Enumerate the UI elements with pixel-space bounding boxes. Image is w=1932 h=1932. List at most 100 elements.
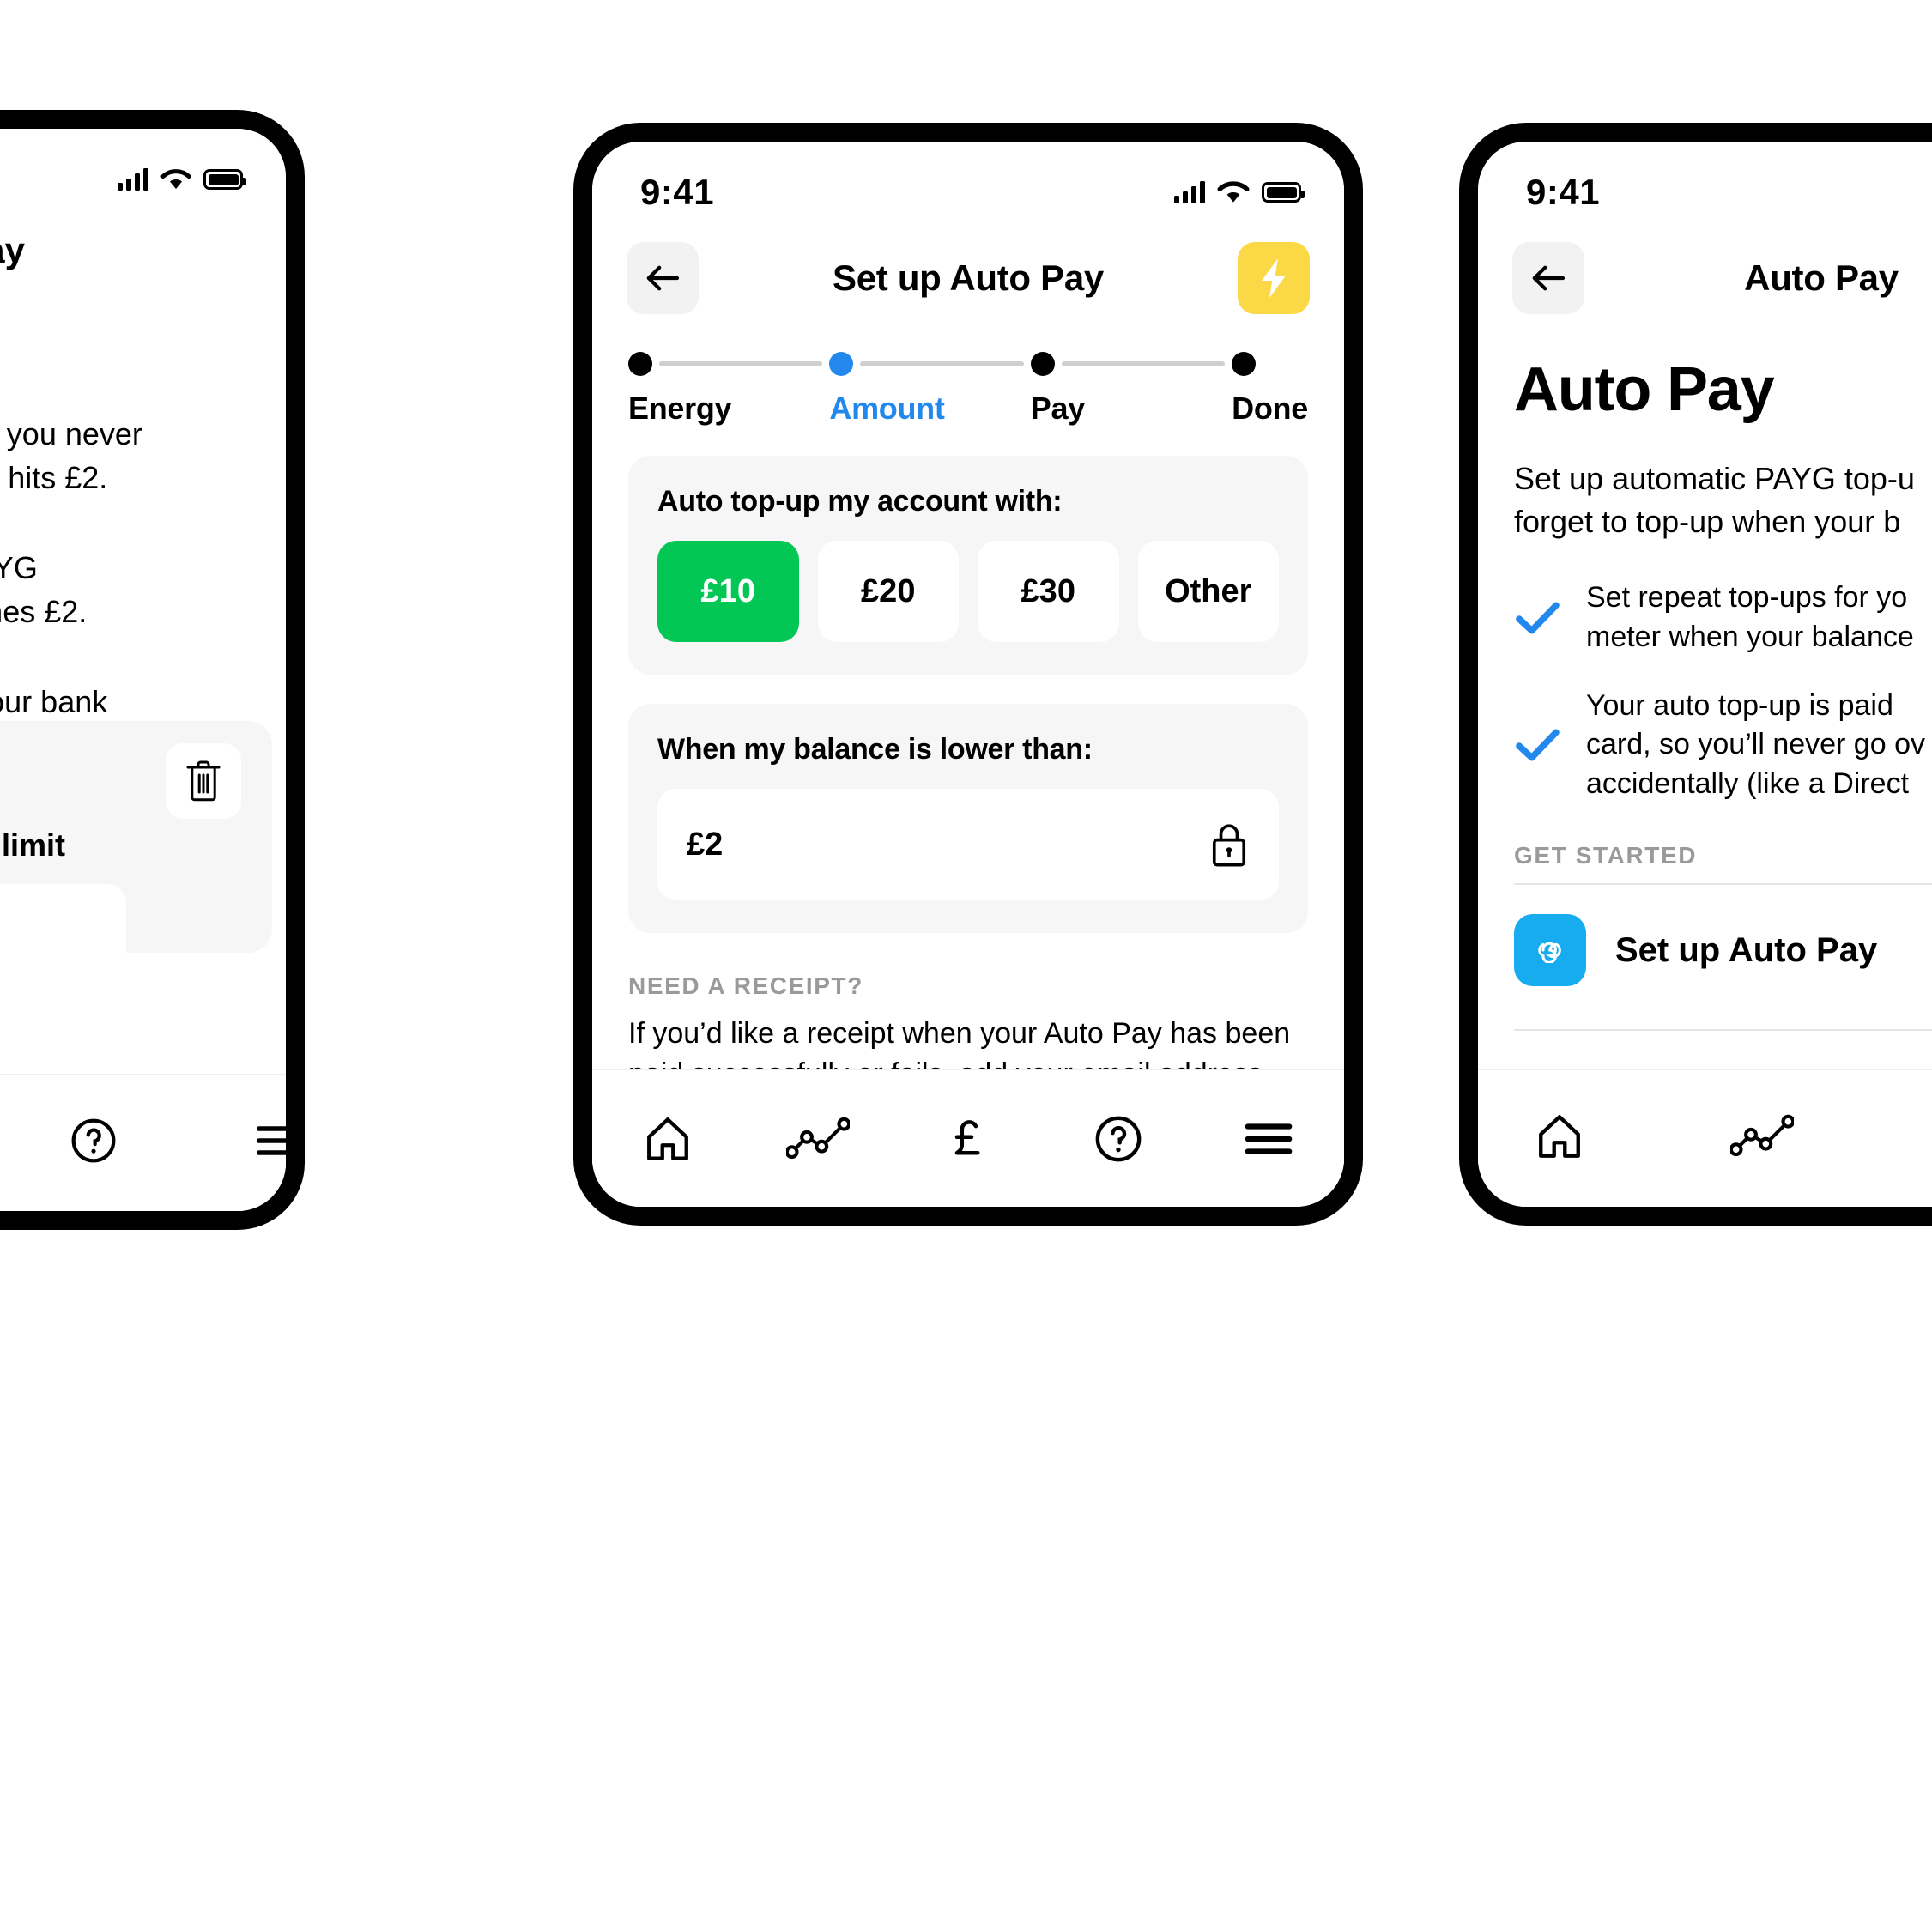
auto-topup-amount-card: Auto top-up my account with: £10 £20 £30… (628, 456, 1308, 675)
step-dot (829, 352, 854, 376)
menu-icon (256, 1126, 286, 1155)
amount-card-heading: Auto top-up my account with: (657, 485, 1063, 518)
back-button[interactable] (1512, 242, 1584, 314)
step-dot (628, 352, 652, 376)
benefit2-line2: card, so you’ll never go ov (1586, 728, 1925, 761)
step-dot (1030, 352, 1055, 376)
amount-option-30[interactable]: £30 (978, 541, 1119, 642)
stepper-label: Pay (1030, 391, 1085, 426)
help-icon (71, 1118, 116, 1163)
infinity-glyph (1538, 942, 1561, 964)
right-nav-bar: Auto Pay (1478, 231, 1932, 325)
left-paragraph-1: c PAYG top-ups so you never when your ba… (0, 412, 286, 500)
tab-usage[interactable] (742, 1117, 893, 1161)
amount-option-group: £10 £20 £30 Other (657, 541, 1279, 642)
list-item: Set repeat top-ups for yo meter when you… (1514, 578, 1932, 657)
get-started-kicker: GET STARTED (1514, 842, 1698, 869)
tab-help[interactable] (70, 1117, 118, 1169)
center-screen: 9:41 Set up Auto Pay Energy Amount Pay D… (592, 142, 1344, 1207)
quick-action-button[interactable] (1238, 242, 1310, 314)
right-status-time: 9:41 (1526, 172, 1601, 212)
left-p2-line1: op-ups for your PAYG (0, 550, 38, 586)
set-up-auto-pay-label: Set up Auto Pay (1615, 930, 1878, 969)
left-tab-bar (0, 1074, 286, 1211)
phone-left: Auto Pay c PAYG top-ups so you never whe… (0, 110, 305, 1230)
left-p1-line1: c PAYG top-ups so you never (0, 416, 142, 451)
amount-option-10[interactable]: £10 (657, 541, 799, 642)
delete-button[interactable] (166, 743, 241, 819)
left-p1-line2: when your balance hits £2. (0, 460, 108, 496)
threshold-card-heading: When my balance is lower than: (657, 733, 1093, 766)
page-title: Set up Auto Pay (833, 257, 1104, 298)
pound-icon (954, 1119, 980, 1154)
wifi-icon (160, 169, 191, 189)
list-item-text: Your auto top-up is paid card, so you’ll… (1586, 687, 1925, 805)
left-credit-limit-card: Credit limit £2.00 (0, 721, 272, 985)
benefit2-line3: accidentally (like a Direct (1586, 767, 1910, 801)
tab-usage[interactable] (1729, 1114, 1796, 1163)
menu-icon (1245, 1123, 1293, 1154)
stepper-step-done[interactable]: Done (1232, 349, 1308, 427)
setup-stepper: Energy Amount Pay Done (628, 349, 1308, 427)
check-icon (1516, 602, 1560, 634)
threshold-value-field: £2 (657, 789, 1279, 900)
left-status-icons (118, 168, 246, 191)
back-button[interactable] (627, 242, 699, 314)
battery-icon (203, 169, 246, 190)
usage-chart-icon (1729, 1114, 1796, 1157)
divider-bottom (1514, 1029, 1932, 1032)
stepper-label: Energy (628, 391, 732, 426)
battery-icon (1262, 182, 1305, 203)
tab-help[interactable] (1044, 1114, 1194, 1164)
center-status-bar: 9:41 (592, 142, 1344, 221)
wifi-icon (1217, 181, 1250, 203)
right-intro-line1: Set up automatic PAYG top-u (1514, 461, 1915, 496)
benefit1-line1: Set repeat top-ups for yo (1586, 580, 1908, 614)
amount-option-other[interactable]: Other (1137, 541, 1279, 642)
lock-icon (1212, 824, 1246, 867)
step-connector (659, 361, 823, 366)
left-p3-line1: p-up is paid with your bank (0, 684, 108, 720)
center-tab-bar (592, 1069, 1344, 1207)
credit-limit-value[interactable]: £2.00 (0, 884, 126, 985)
stepper-label: Done (1232, 391, 1308, 426)
receipt-kicker: NEED A RECEIPT? (628, 972, 863, 999)
balance-threshold-card: When my balance is lower than: £2 (628, 704, 1308, 933)
tab-home[interactable] (1535, 1111, 1584, 1166)
stepper-step-pay[interactable]: Pay (1030, 349, 1232, 427)
usage-chart-icon (785, 1117, 850, 1159)
home-icon (1539, 1115, 1580, 1158)
benefit2-line1: Your auto top-up is paid (1586, 688, 1893, 722)
benefit1-line2: meter when your balance (1586, 620, 1914, 653)
left-paragraph-2: op-ups for your PAYG your balance reache… (0, 546, 286, 633)
benefit-list: Set repeat top-ups for yo meter when you… (1514, 578, 1932, 804)
threshold-value: £2 (687, 826, 724, 863)
tab-home[interactable] (592, 1114, 742, 1164)
stepper-step-amount[interactable]: Amount (829, 349, 1030, 427)
infinity-icon (1514, 914, 1586, 987)
phone-center: 9:41 Set up Auto Pay Energy Amount Pay D… (573, 123, 1363, 1226)
stepper-step-energy[interactable]: Energy (628, 349, 829, 427)
step-connector (1061, 361, 1226, 366)
back-arrow-icon (1532, 265, 1566, 291)
list-item-text: Set repeat top-ups for yo meter when you… (1586, 578, 1914, 657)
right-screen: 9:41 Auto Pay Auto Pay Set up automatic … (1478, 142, 1932, 1207)
list-item: Your auto top-up is paid card, so you’ll… (1514, 687, 1932, 805)
tab-payments[interactable] (893, 1113, 1043, 1165)
tab-menu[interactable] (255, 1122, 286, 1164)
page-title: Auto Pay (1744, 257, 1899, 298)
signal-bars-icon (1174, 181, 1205, 203)
center-status-icons (1174, 180, 1305, 204)
tab-menu[interactable] (1194, 1120, 1344, 1158)
trash-icon (186, 760, 221, 802)
center-nav-bar: Set up Auto Pay (592, 231, 1344, 325)
amount-option-20[interactable]: £20 (817, 541, 959, 642)
step-dot (1232, 352, 1257, 376)
right-status-bar: 9:41 (1478, 142, 1932, 221)
left-page-title: Auto Pay (0, 230, 26, 270)
left-p2-line2: your balance reaches £2. (0, 594, 88, 630)
stepper-label: Amount (829, 391, 945, 426)
set-up-auto-pay-row[interactable]: Set up Auto Pay (1514, 885, 1932, 1015)
check-icon (1516, 729, 1560, 761)
phone-right: 9:41 Auto Pay Auto Pay Set up automatic … (1459, 123, 1932, 1226)
